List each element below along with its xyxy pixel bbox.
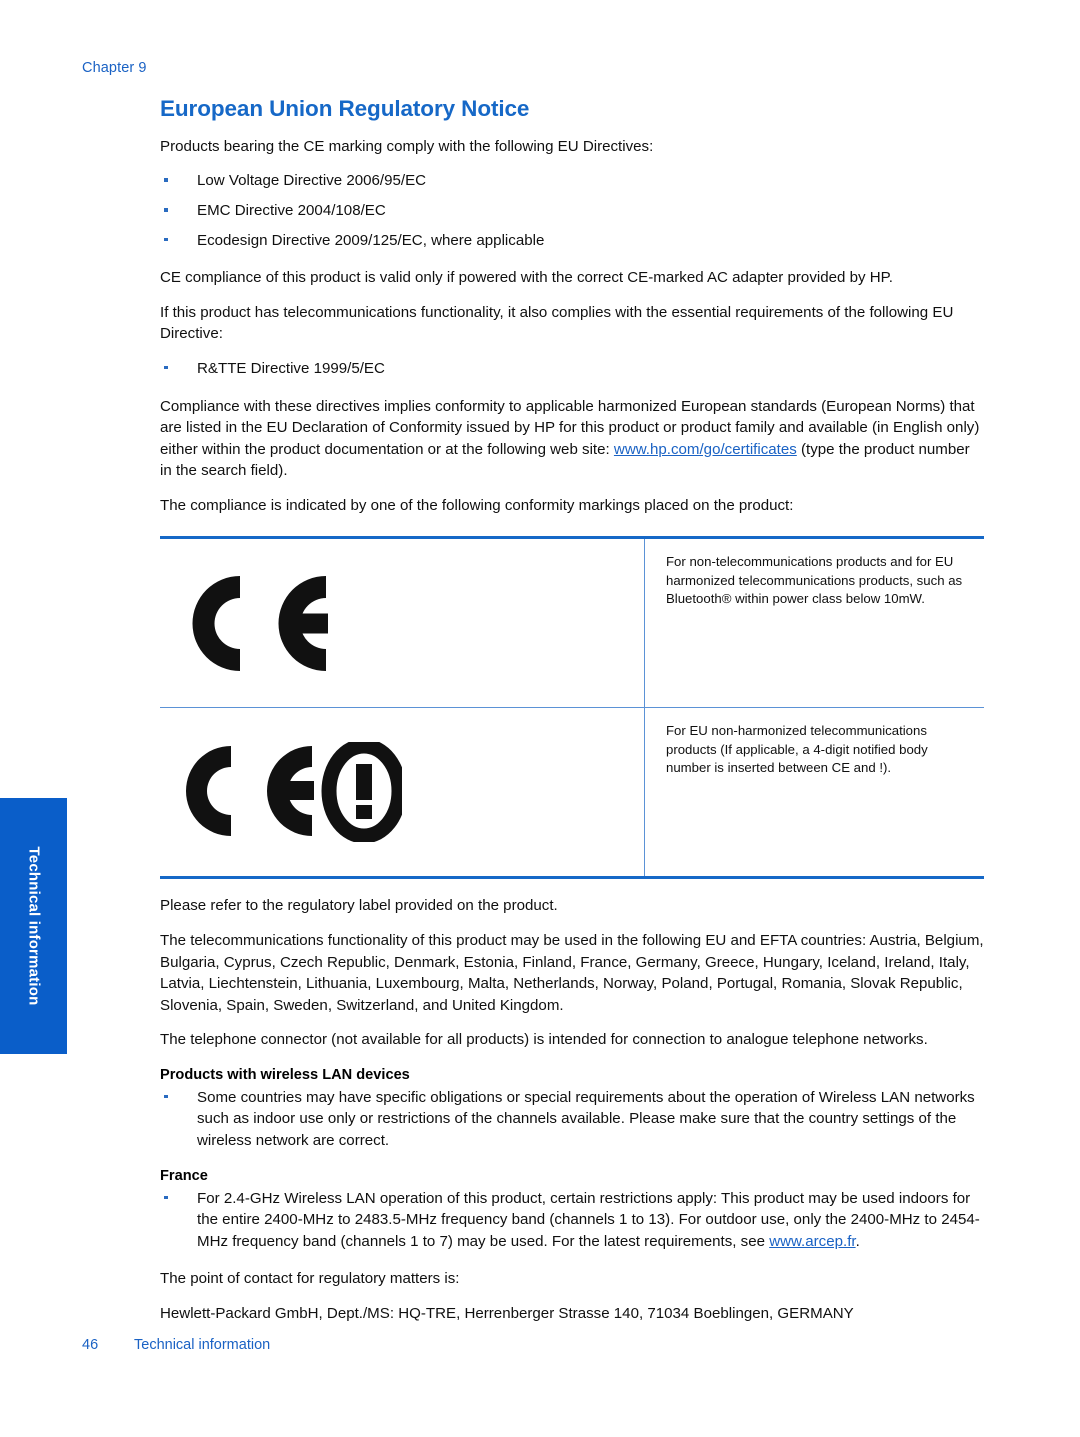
page-number: 46 — [82, 1337, 99, 1353]
list-item: Some countries may have specific obligat… — [160, 1087, 984, 1152]
intro-paragraph: Products bearing the CE marking comply w… — [160, 137, 654, 155]
bullet-icon — [164, 1094, 168, 1099]
list-item: Low Voltage Directive 2006/95/EC — [160, 170, 984, 192]
bullet-icon — [164, 237, 168, 242]
hp-certificates-link[interactable]: www.hp.com/go/certificates — [614, 441, 797, 458]
list-item: R&TTE Directive 1999/5/EC — [160, 358, 984, 380]
list-item-label: R&TTE Directive 1999/5/EC — [197, 359, 385, 377]
compliance-paragraph: Compliance with these directives implies… — [160, 396, 984, 482]
bullet-icon — [164, 1195, 168, 1200]
countries-paragraph: The telecommunications functionality of … — [160, 931, 984, 1014]
bullet-icon — [164, 208, 168, 212]
ce-mark-cell — [160, 539, 645, 708]
telephone-connector-paragraph: The telephone connector (not available f… — [160, 1031, 928, 1049]
table-row: For non-telecommunications products and … — [160, 539, 984, 708]
contact-intro-paragraph: The point of contact for regulatory matt… — [160, 1270, 460, 1288]
arcep-link[interactable]: www.arcep.fr — [769, 1233, 855, 1250]
ce-alert-mark-cell — [160, 708, 645, 877]
list-item-label: Low Voltage Directive 2006/95/EC — [197, 172, 427, 190]
wireless-lan-list: Some countries may have specific obligat… — [160, 1087, 984, 1152]
list-item: EMC Directive 2004/108/EC — [160, 200, 984, 222]
wireless-lan-heading: Products with wireless LAN devices — [160, 1066, 410, 1083]
directives-list: Low Voltage Directive 2006/95/EC EMC Dir… — [160, 170, 984, 251]
regulatory-label-paragraph: Please refer to the regulatory label pro… — [160, 897, 558, 915]
telecom-directives-list: R&TTE Directive 1999/5/EC — [160, 358, 984, 380]
contact-address-paragraph: Hewlett-Packard GmbH, Dept./MS: HQ-TRE, … — [160, 1304, 854, 1322]
france-text-after: . — [855, 1232, 860, 1250]
page-footer: 46 Technical information — [82, 1337, 270, 1353]
chapter-label: Chapter 9 — [82, 60, 147, 76]
markings-intro-paragraph: The compliance is indicated by one of th… — [160, 496, 794, 514]
page-content: European Union Regulatory Notice Product… — [160, 96, 984, 1337]
list-item-label: Some countries may have specific obligat… — [197, 1088, 975, 1150]
telecom-intro-paragraph: If this product has telecommunications f… — [160, 303, 954, 343]
list-item: For 2.4-GHz Wireless LAN operation of th… — [160, 1188, 984, 1253]
list-item-label: Ecodesign Directive 2009/125/EC, where a… — [197, 231, 545, 249]
document-page: Chapter 9 Technical information European… — [0, 0, 1080, 1437]
bullet-icon — [164, 178, 168, 182]
page-title: European Union Regulatory Notice — [160, 96, 530, 121]
france-list: For 2.4-GHz Wireless LAN operation of th… — [160, 1188, 984, 1253]
france-heading: France — [160, 1167, 208, 1184]
bullet-icon — [164, 365, 168, 370]
section-thumb-tab-label: Technical information — [25, 846, 42, 1006]
ce-alert-mark-icon — [160, 742, 402, 843]
list-item: Ecodesign Directive 2009/125/EC, where a… — [160, 230, 984, 252]
ce-compliance-paragraph: CE compliance of this product is valid o… — [160, 269, 893, 287]
table-row: For EU non-harmonized telecommunications… — [160, 707, 984, 877]
table-cell-description: For EU non-harmonized telecommunications… — [666, 723, 928, 775]
section-thumb-tab: Technical information — [0, 798, 67, 1054]
ce-mark-icon — [160, 571, 334, 676]
footer-section-label: Technical information — [134, 1337, 271, 1353]
conformity-marks-table: For non-telecommunications products and … — [160, 536, 984, 880]
france-text-before: For 2.4-GHz Wireless LAN operation of th… — [197, 1189, 980, 1250]
table-cell-description: For non-telecommunications products and … — [666, 554, 963, 606]
list-item-label: EMC Directive 2004/108/EC — [197, 202, 386, 220]
